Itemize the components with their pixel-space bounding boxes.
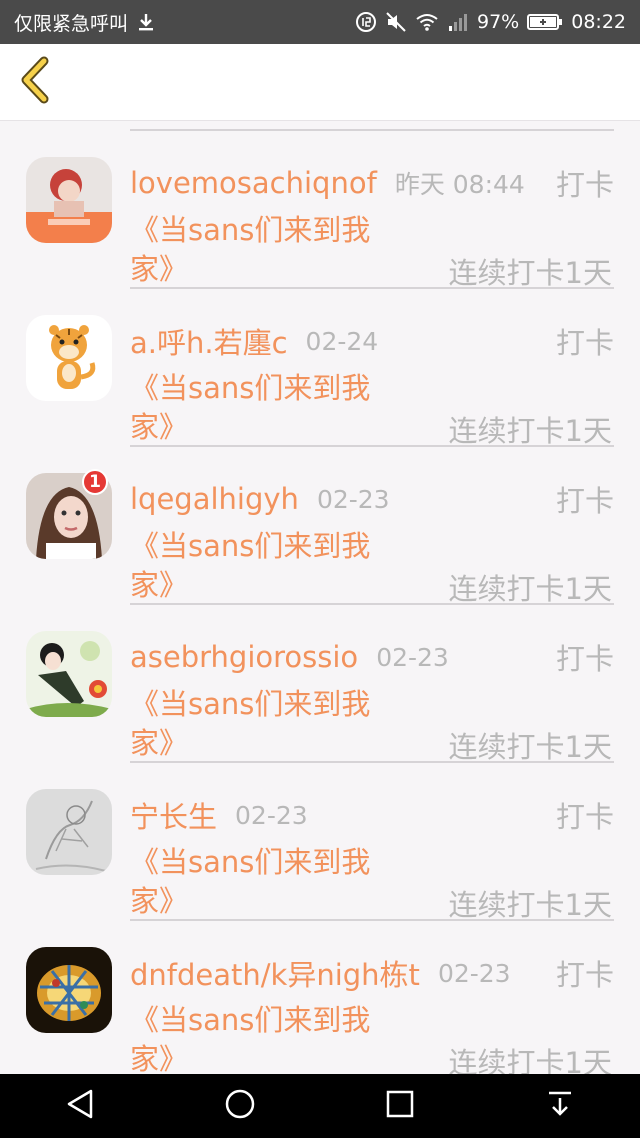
avatar[interactable]: [26, 947, 112, 1033]
recents-square-icon: [385, 1089, 415, 1123]
action-label: 打卡: [555, 326, 614, 360]
download-icon: [136, 12, 156, 32]
username[interactable]: lovemosachiqnof: [130, 166, 377, 200]
clock: 08:22: [571, 11, 626, 33]
timestamp: 02-23: [316, 484, 390, 514]
action-label: 打卡: [555, 484, 614, 518]
item-header: 宁长生 02-23 打卡: [130, 795, 614, 835]
signal-icon: [447, 12, 469, 32]
avatar[interactable]: [26, 789, 112, 875]
timestamp: 02-23: [376, 642, 449, 672]
list-item[interactable]: dnfdeath/k异nigh栋t 02-23 打卡 《当sans们来到我家》 …: [0, 921, 640, 1074]
nav-back-button[interactable]: [50, 1076, 110, 1136]
streak-text: 连续打卡1天: [448, 1046, 612, 1074]
username[interactable]: 宁长生: [130, 794, 217, 836]
status-bar: 仅限紧急呼叫 97% 08:22: [0, 0, 640, 44]
streak-text: 连续打卡1天: [448, 414, 612, 448]
battery-percent: 97%: [477, 11, 520, 33]
item-header: a.呼h.若廛c 02-24 打卡: [130, 321, 614, 361]
timestamp: 02-23: [235, 800, 308, 830]
list-item[interactable]: lovemosachiqnof 昨天 08:44 打卡 《当sans们来到我家》…: [0, 131, 640, 290]
streak-text: 连续打卡1天: [448, 572, 612, 606]
timestamp: 昨天 08:44: [394, 170, 525, 199]
avatar[interactable]: [26, 631, 112, 717]
streak-text: 连续打卡1天: [448, 888, 612, 922]
item-header: lovemosachiqnof 昨天 08:44 打卡: [130, 163, 614, 203]
alarm-icon: [355, 11, 377, 33]
unread-badge: 1: [82, 469, 108, 495]
action-label: 打卡: [555, 168, 614, 202]
avatar[interactable]: [26, 315, 112, 401]
action-label: 打卡: [555, 800, 614, 834]
nav-recents-button[interactable]: [370, 1076, 430, 1136]
timestamp: 02-23: [437, 958, 511, 988]
list-item[interactable]: 1 lqegalhigyh 02-23 打卡 《当sans们来到我家》 连续打卡…: [0, 447, 640, 606]
back-triangle-icon: [65, 1088, 95, 1124]
carrier-text: 仅限紧急呼叫: [14, 12, 129, 35]
book-title[interactable]: 《当sans们来到我家》: [130, 843, 410, 921]
item-header: lqegalhigyh 02-23 打卡: [130, 479, 614, 519]
timestamp: 02-24: [305, 326, 379, 356]
book-title[interactable]: 《当sans们来到我家》: [130, 685, 410, 763]
notification-pull-icon: [545, 1089, 575, 1123]
mute-icon: [385, 11, 407, 33]
action-label: 打卡: [555, 642, 614, 676]
book-title[interactable]: 《当sans们来到我家》: [130, 527, 410, 605]
battery-icon: [527, 13, 563, 31]
wifi-icon: [415, 12, 439, 32]
home-circle-icon: [224, 1088, 256, 1124]
book-title[interactable]: 《当sans们来到我家》: [130, 211, 410, 289]
action-label: 打卡: [555, 958, 614, 992]
item-header: dnfdeath/k异nigh栋t 02-23 打卡: [130, 953, 614, 993]
list-item[interactable]: asebrhgiorossio 02-23 打卡 《当sans们来到我家》 连续…: [0, 605, 640, 764]
username[interactable]: asebrhgiorossio: [130, 640, 358, 674]
streak-text: 连续打卡1天: [448, 730, 612, 764]
list-item[interactable]: 宁长生 02-23 打卡 《当sans们来到我家》 连续打卡1天: [0, 763, 640, 922]
checkin-list[interactable]: lovemosachiqnof 昨天 08:44 打卡 《当sans们来到我家》…: [0, 121, 640, 1074]
username[interactable]: lqegalhigyh: [130, 482, 299, 516]
chevron-left-icon: [17, 56, 51, 108]
item-header: asebrhgiorossio 02-23 打卡: [130, 637, 614, 677]
username[interactable]: dnfdeath/k异nigh栋t: [130, 952, 420, 994]
app-bar: [0, 44, 640, 121]
system-nav-bar: [0, 1074, 640, 1138]
username[interactable]: a.呼h.若廛c: [130, 320, 288, 362]
book-title[interactable]: 《当sans们来到我家》: [130, 369, 410, 447]
back-button[interactable]: [8, 54, 60, 110]
streak-text: 连续打卡1天: [448, 256, 612, 290]
nav-notification-button[interactable]: [530, 1076, 590, 1136]
avatar[interactable]: [26, 157, 112, 243]
book-title[interactable]: 《当sans们来到我家》: [130, 1001, 410, 1074]
nav-home-button[interactable]: [210, 1076, 270, 1136]
list-item[interactable]: a.呼h.若廛c 02-24 打卡 《当sans们来到我家》 连续打卡1天: [0, 289, 640, 448]
